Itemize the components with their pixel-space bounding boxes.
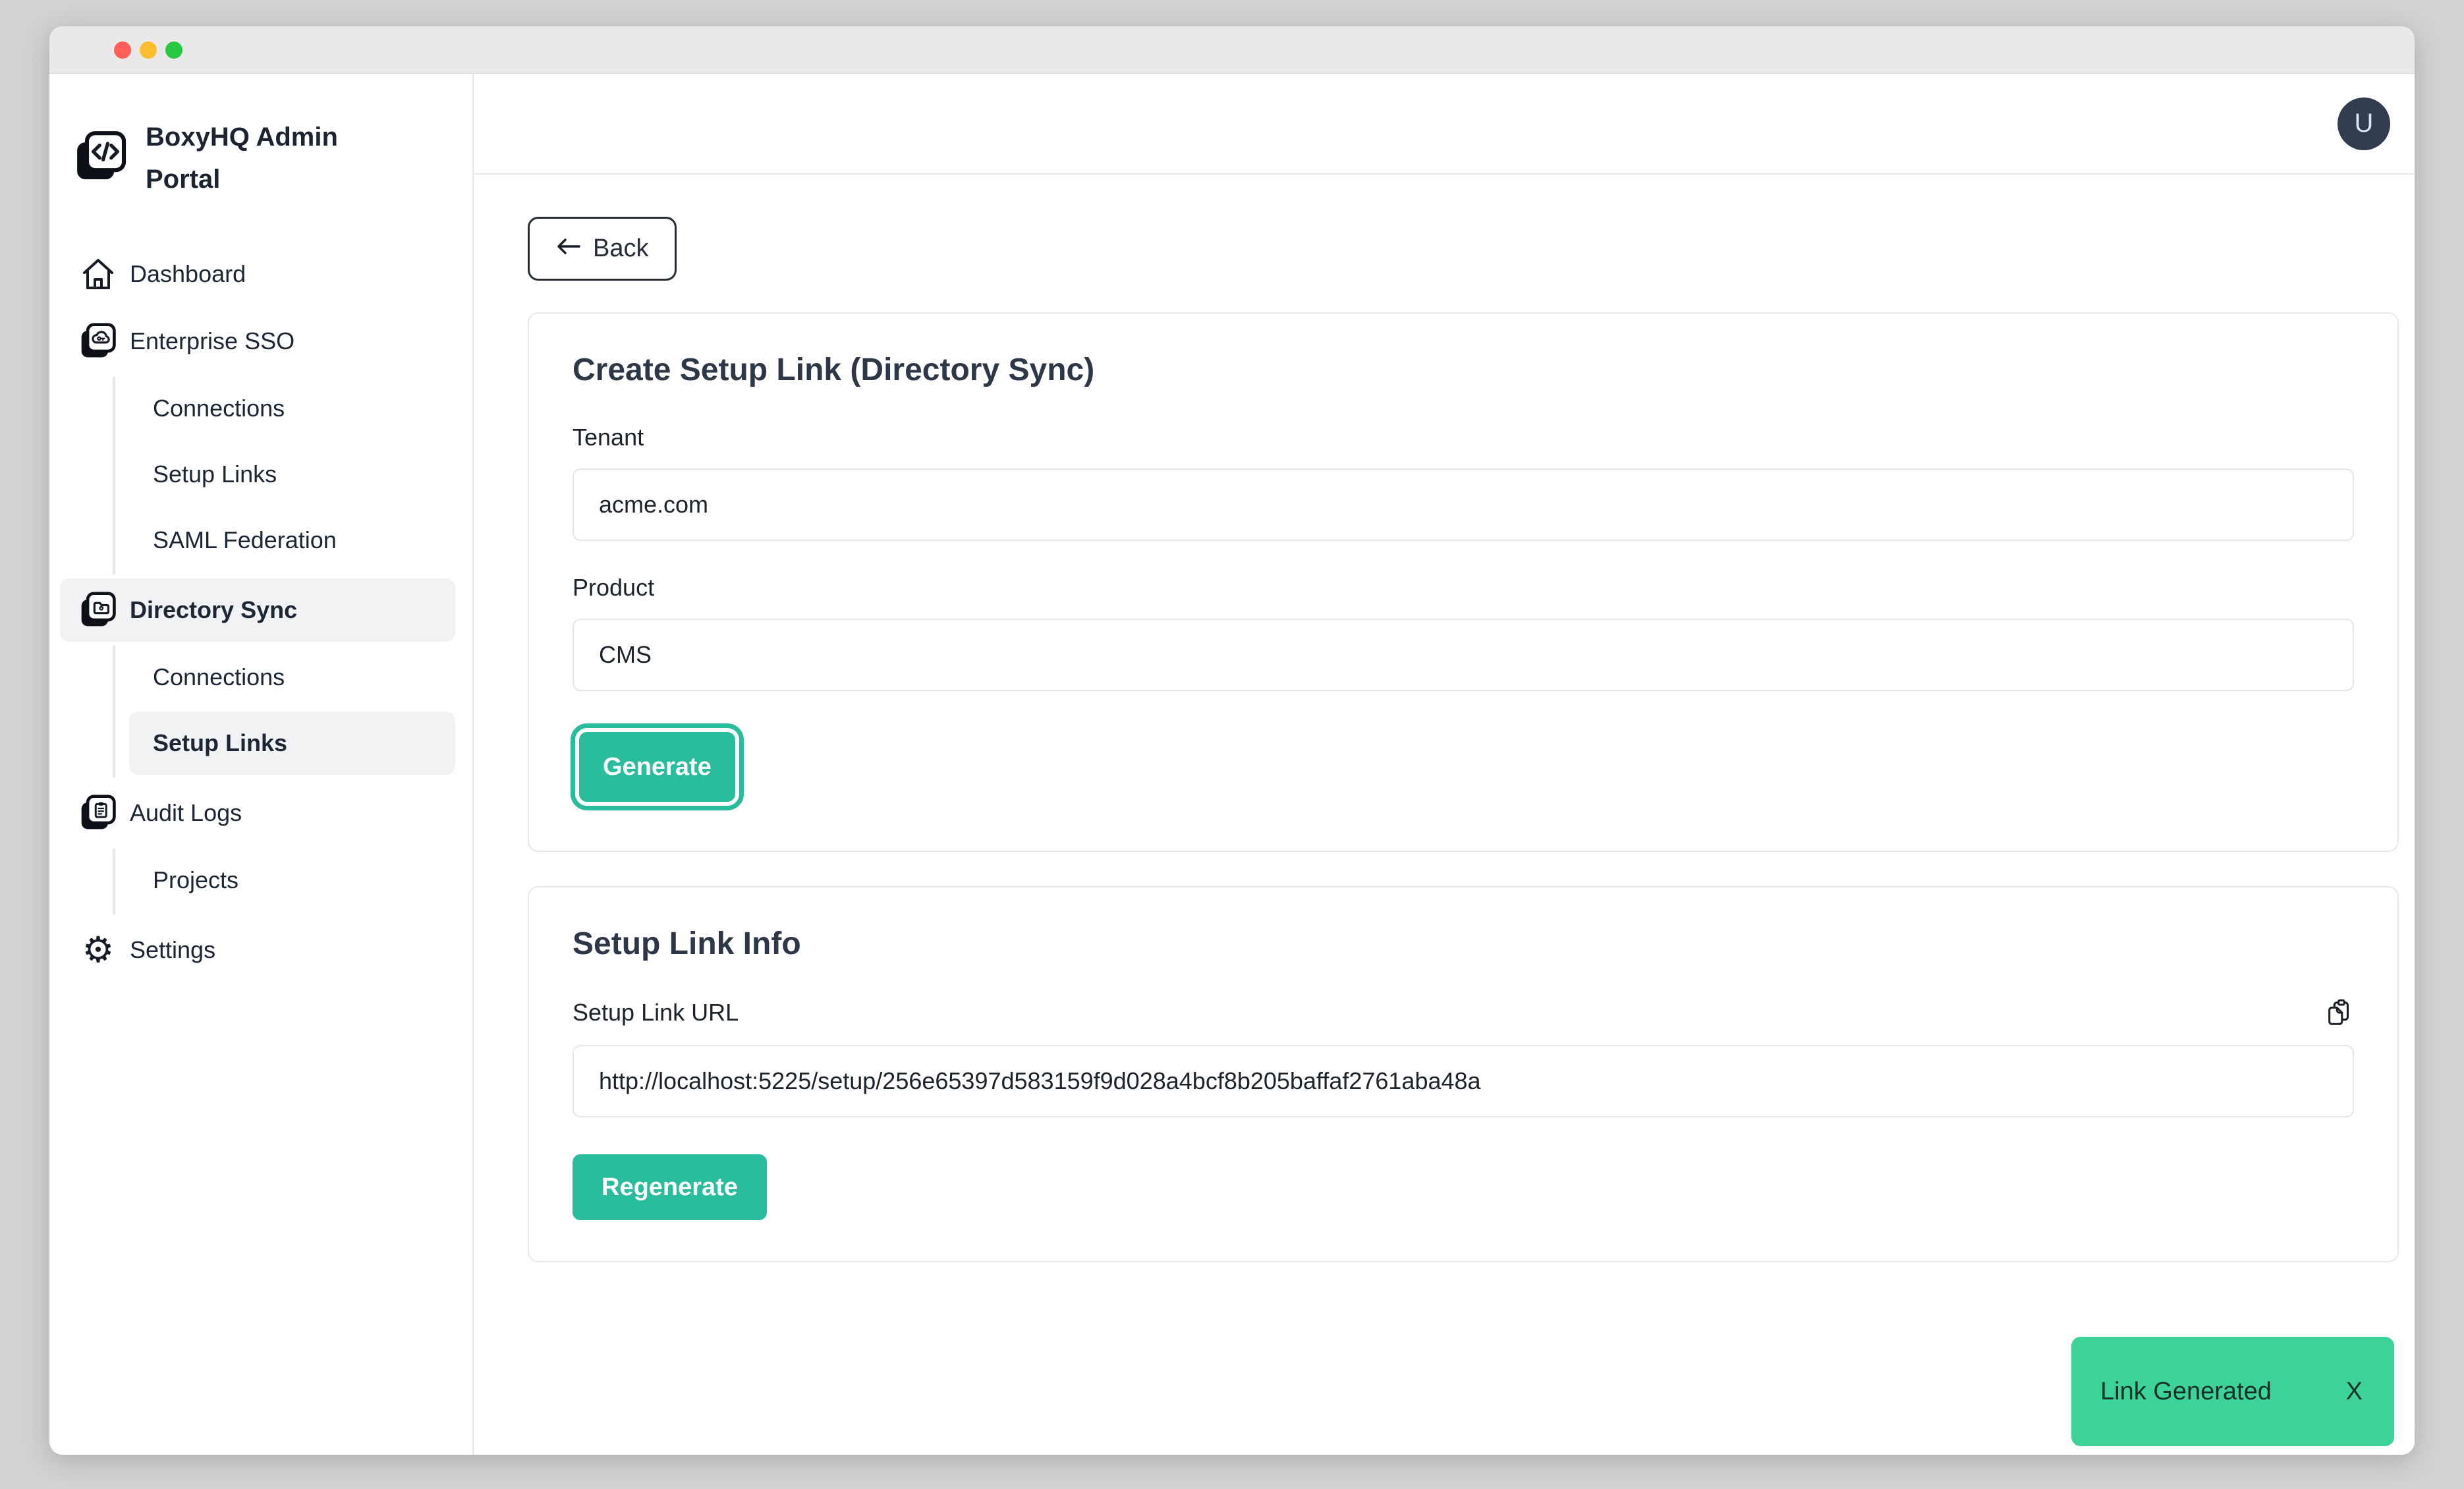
boxyhq-logo-icon [73,129,128,188]
directory-folder-icon [78,590,118,630]
regenerate-button[interactable]: Regenerate [573,1154,767,1220]
window-titlebar [49,26,2415,74]
sidebar-item-projects[interactable]: Projects [129,849,455,912]
back-button[interactable]: Back [528,217,677,281]
sidebar-item-directory-sync[interactable]: Directory Sync [60,578,455,642]
sidebar: BoxyHQ Admin Portal Dashboard [49,74,474,1455]
sidebar-item-label: Directory Sync [130,596,297,624]
main-area: U Back Create Setup Link (Directory Sync… [474,74,2415,1455]
sidebar-item-dsync-connections[interactable]: Connections [129,646,455,709]
generate-button[interactable]: Generate [579,732,735,802]
back-button-label: Back [593,235,648,263]
sidebar-item-label: Settings [130,936,215,964]
card-title: Setup Link Info [573,926,2354,962]
setup-link-url-row: Setup Link URL [573,997,2354,1028]
toast-close-button[interactable]: X [2346,1378,2363,1406]
sidebar-item-label: Setup Links [153,461,277,488]
sidebar-item-label: Enterprise SSO [130,327,294,355]
sidebar-item-label: Connections [153,395,285,422]
sidebar-subnav-audit-logs: Projects [113,849,455,914]
avatar-initial: U [2355,109,2374,138]
sidebar-item-dashboard[interactable]: Dashboard [60,242,455,306]
toast-message: Link Generated [2100,1378,2272,1406]
gear-icon: ⚙ [78,930,118,970]
top-header: U [474,74,2415,175]
card-title: Create Setup Link (Directory Sync) [573,352,2354,388]
copy-url-button[interactable] [2324,997,2354,1028]
create-setup-link-card: Create Setup Link (Directory Sync) Tenan… [528,312,2399,852]
sidebar-item-label: Projects [153,866,238,894]
product-field-group: Product [573,574,2354,691]
tenant-field-group: Tenant [573,424,2354,541]
sidebar-item-dsync-setup-links[interactable]: Setup Links [129,712,455,775]
sidebar-item-enterprise-sso[interactable]: Enterprise SSO [60,310,455,373]
product-input[interactable] [573,619,2354,691]
clipboard-copy-icon [2324,1020,2354,1030]
sso-cloud-icon [78,322,118,361]
sidebar-item-label: Dashboard [130,260,246,288]
minimize-window-icon[interactable] [140,42,157,59]
sidebar-item-sso-connections[interactable]: Connections [129,377,455,440]
product-label: Product [573,574,2354,602]
home-icon [78,254,118,294]
setup-link-url-label: Setup Link URL [573,999,739,1026]
sidebar-item-saml-federation[interactable]: SAML Federation [129,509,455,572]
sidebar-item-label: Connections [153,663,285,691]
link-generated-toast: Link Generated X [2071,1337,2394,1446]
app-body: BoxyHQ Admin Portal Dashboard [49,74,2415,1455]
maximize-window-icon[interactable] [165,42,182,59]
setup-link-info-card: Setup Link Info Setup Link URL [528,886,2399,1262]
sidebar-item-label: Setup Links [153,729,287,757]
setup-link-url-input[interactable] [573,1045,2354,1117]
close-window-icon[interactable] [114,42,131,59]
user-avatar[interactable]: U [2338,98,2390,150]
sidebar-item-label: Audit Logs [130,799,242,827]
sidebar-item-sso-setup-links[interactable]: Setup Links [129,443,455,506]
arrow-left-icon [556,235,581,263]
app-window: BoxyHQ Admin Portal Dashboard [49,26,2415,1455]
page-content: Back Create Setup Link (Directory Sync) … [474,175,2415,1455]
sidebar-nav: Dashboard Enterprise SSO [60,242,455,986]
brand: BoxyHQ Admin Portal [60,116,455,200]
audit-clipboard-icon [78,793,118,833]
tenant-input[interactable] [573,468,2354,541]
sidebar-item-settings[interactable]: ⚙ Settings [60,918,455,982]
sidebar-subnav-directory-sync: Connections Setup Links [113,646,455,777]
tenant-label: Tenant [573,424,2354,451]
sidebar-item-label: SAML Federation [153,526,337,554]
desktop: { "colors": { "accent_green": "#2abd9d",… [0,0,2464,1489]
sidebar-item-audit-logs[interactable]: Audit Logs [60,781,455,845]
brand-title: BoxyHQ Admin Portal [146,116,343,200]
sidebar-subnav-enterprise-sso: Connections Setup Links SAML Federation [113,377,455,575]
